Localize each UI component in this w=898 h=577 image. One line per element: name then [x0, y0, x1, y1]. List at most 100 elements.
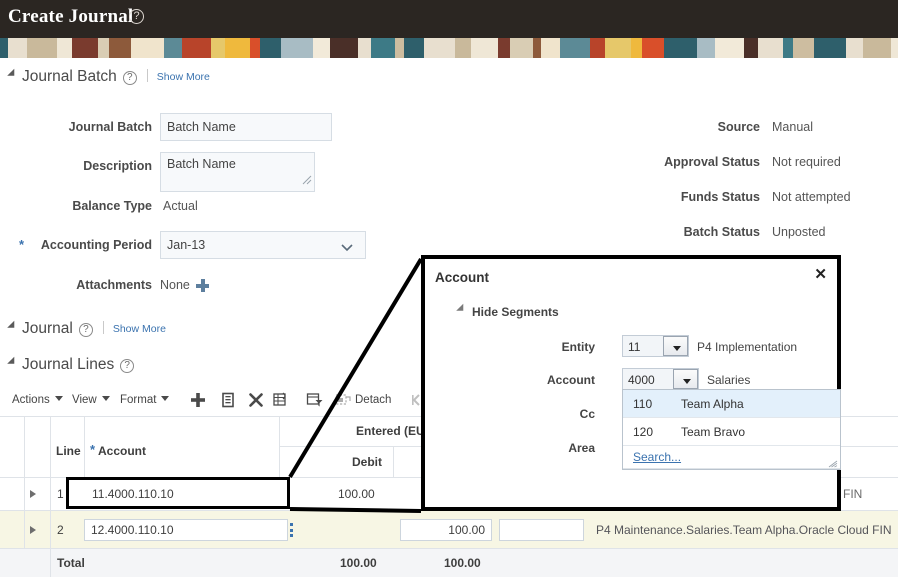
- detach-icon[interactable]: [335, 392, 351, 408]
- highlighted-account-cell[interactable]: [66, 477, 290, 509]
- value-source: Manual: [772, 120, 813, 134]
- chevron-down-icon: [673, 346, 681, 351]
- divider: [50, 549, 51, 577]
- decorative-band: [0, 38, 898, 58]
- add-icon[interactable]: [190, 392, 206, 408]
- section-label: Journal Batch: [22, 68, 117, 85]
- duplicate-icon[interactable]: [220, 392, 236, 408]
- query-filter-icon[interactable]: [306, 392, 324, 408]
- page-title: Create Journal: [8, 6, 134, 27]
- entity-input[interactable]: [623, 337, 664, 357]
- show-more-link[interactable]: Show More: [157, 71, 210, 83]
- cc-dropdown-list[interactable]: 110 Team Alpha 120 Team Bravo Search...: [622, 389, 841, 470]
- resize-grip-icon[interactable]: [828, 460, 838, 468]
- menu-format[interactable]: Format: [120, 394, 170, 406]
- option-name: Team Alpha: [681, 397, 744, 411]
- dropdown-search-row[interactable]: Search...: [623, 446, 840, 469]
- header-debit[interactable]: Debit: [352, 455, 382, 469]
- label-funds-status: Funds Status: [680, 190, 760, 204]
- cell-overflow-menu-icon[interactable]: [290, 523, 293, 540]
- dropdown-option[interactable]: 110 Team Alpha: [623, 390, 840, 418]
- menu-view[interactable]: View: [72, 394, 110, 406]
- debit-cell-input[interactable]: [400, 519, 492, 541]
- entity-field[interactable]: [622, 335, 689, 357]
- dropdown-option[interactable]: 120 Team Bravo: [623, 418, 840, 446]
- header-entered-currency: Entered (EU: [356, 424, 425, 438]
- label-approval-status: Approval Status: [664, 155, 760, 169]
- section-journal-lines[interactable]: Journal Lines?: [7, 356, 135, 374]
- table-row[interactable]: 2 P4 Maintenance.Salaries.Team Alpha.Ora…: [0, 511, 898, 549]
- value-batch-status: Unposted: [772, 225, 826, 239]
- label-balance-type: Balance Type: [72, 199, 152, 213]
- chevron-down-icon: [161, 396, 170, 401]
- label-account-segment: Account: [547, 373, 595, 387]
- account-cell-input[interactable]: [84, 519, 288, 541]
- credit-cell-input[interactable]: [499, 519, 584, 541]
- header-line[interactable]: Line: [56, 444, 81, 458]
- entity-description: P4 Implementation: [697, 340, 798, 354]
- account-segment-description: Salaries: [707, 373, 751, 387]
- account-dropdown-button[interactable]: [673, 369, 698, 389]
- account-segment-field[interactable]: [622, 368, 699, 390]
- divider: [146, 69, 148, 82]
- total-label: Total: [57, 556, 85, 570]
- delete-icon[interactable]: [248, 392, 264, 408]
- disclosure-triangle-icon[interactable]: [7, 68, 18, 80]
- chevron-down-icon: [54, 396, 63, 401]
- menu-label: Format: [120, 394, 157, 406]
- section-journal-batch[interactable]: Journal Batch? Show More: [7, 68, 210, 86]
- description-textarea[interactable]: [160, 152, 315, 192]
- label-accounting-period: Accounting Period: [40, 238, 152, 252]
- help-circle-icon[interactable]: ?: [129, 9, 144, 24]
- disclosure-triangle-icon[interactable]: [7, 320, 18, 332]
- label-cc: Cc: [579, 407, 595, 421]
- total-debit: 100.00: [340, 556, 377, 570]
- divider: [50, 511, 51, 549]
- label-source: Source: [717, 120, 760, 134]
- value-approval-status: Not required: [772, 155, 841, 169]
- cell-debit[interactable]: 100.00: [338, 487, 375, 501]
- app-header: Create Journal ?: [0, 0, 898, 38]
- option-name: Team Bravo: [681, 425, 746, 439]
- chevron-down-icon: [683, 379, 691, 384]
- journal-batch-input[interactable]: [160, 113, 332, 141]
- help-circle-icon[interactable]: ?: [78, 323, 93, 337]
- close-icon[interactable]: ✕: [814, 267, 827, 282]
- row-expander-icon[interactable]: [30, 490, 36, 498]
- label-journal-batch: Journal Batch: [68, 120, 152, 134]
- label-batch-status: Batch Status: [683, 225, 760, 239]
- search-link[interactable]: Search...: [633, 450, 681, 464]
- cell-line: 2: [57, 523, 64, 537]
- table-total-row: Total 100.00 100.00: [0, 549, 898, 577]
- total-credit: 100.00: [444, 556, 481, 570]
- divider: [102, 321, 104, 334]
- accounting-period-select[interactable]: [160, 231, 366, 259]
- line-split-icon[interactable]: [272, 392, 289, 408]
- disclosure-triangle-icon[interactable]: [7, 356, 18, 368]
- label-area: Area: [568, 441, 595, 455]
- divider: [50, 478, 51, 511]
- cell-line: 1: [57, 487, 64, 501]
- chevron-down-icon: [101, 396, 110, 401]
- hide-segments-toggle[interactable]: Hide Segments: [456, 303, 559, 319]
- row-expander-icon[interactable]: [30, 526, 36, 534]
- label-attachments: Attachments: [76, 278, 152, 292]
- detach-button[interactable]: Detach: [355, 394, 391, 406]
- value-balance-type: Actual: [163, 199, 198, 213]
- section-journal[interactable]: Journal? Show More: [7, 320, 166, 338]
- menu-actions[interactable]: Actions: [12, 394, 63, 406]
- account-segment-input[interactable]: [623, 370, 673, 390]
- add-attachment-icon[interactable]: [196, 279, 209, 292]
- menu-label: View: [72, 394, 97, 406]
- divider: [279, 416, 280, 478]
- section-label: Journal Lines: [22, 356, 115, 373]
- show-more-link[interactable]: Show More: [113, 323, 166, 335]
- header-account[interactable]: Account: [98, 444, 146, 458]
- section-label: Journal: [22, 320, 73, 337]
- option-code: 110: [633, 397, 653, 411]
- entity-dropdown-button[interactable]: [663, 336, 688, 356]
- help-circle-icon[interactable]: ?: [122, 71, 137, 85]
- divider: [24, 511, 25, 549]
- help-circle-icon[interactable]: ?: [120, 359, 135, 373]
- value-funds-status: Not attempted: [772, 190, 851, 204]
